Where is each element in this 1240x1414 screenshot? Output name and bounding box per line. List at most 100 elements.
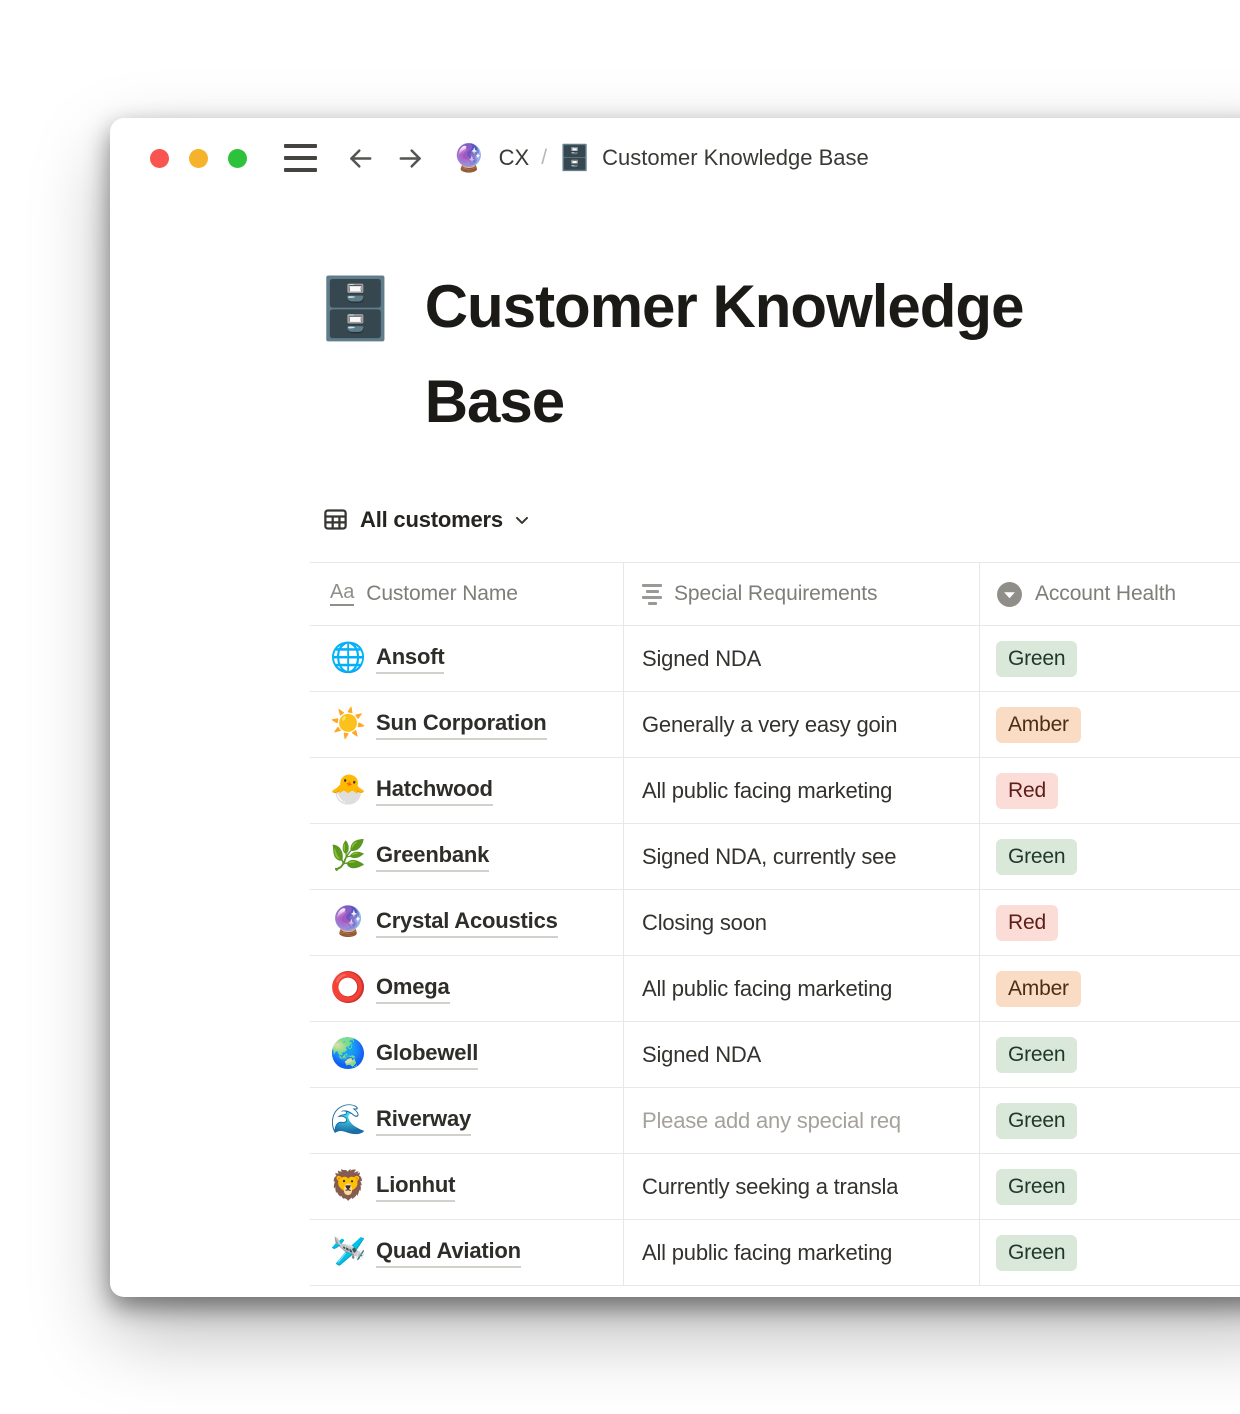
breadcrumb-page[interactable]: Customer Knowledge Base [602,145,869,171]
view-selector[interactable]: All customers [322,506,1240,533]
customer-name-link[interactable]: Sun Corporation [376,710,547,740]
table-row: 🌏 Globewell Signed NDA Green [310,1022,1240,1088]
customer-name-link[interactable]: Omega [376,974,450,1004]
special-requirements-cell[interactable]: Signed NDA [623,1022,979,1087]
customer-name-cell[interactable]: 🦁 Lionhut [310,1154,623,1219]
table-row: 🛩️ Quad Aviation All public facing marke… [310,1220,1240,1286]
health-badge: Green [996,1169,1077,1205]
customer-name-cell[interactable]: 🌏 Globewell [310,1022,623,1087]
column-header-customer-name[interactable]: Aa Customer Name [310,563,623,625]
table-row: 🌐 Ansoft Signed NDA Green [310,626,1240,692]
account-health-cell[interactable]: Red [979,890,1240,955]
customer-name-link[interactable]: Lionhut [376,1172,455,1202]
page-icon[interactable]: 🗄️ [318,276,393,342]
table-row: 🦁 Lionhut Currently seeking a transla Gr… [310,1154,1240,1220]
account-health-cell[interactable]: Green [979,1088,1240,1153]
table-view-icon [322,506,349,533]
health-badge: Red [996,905,1058,941]
table-row: 🔮 Crystal Acoustics Closing soon Red [310,890,1240,956]
text-property-icon [642,584,662,605]
customer-name-cell[interactable]: 🐣 Hatchwood [310,758,623,823]
close-window-button[interactable] [150,149,169,168]
special-requirements-text: All public facing marketing [642,976,892,1002]
customer-icon: 🛩️ [330,1238,363,1267]
breadcrumb-workspace[interactable]: CX [499,145,530,171]
zoom-window-button[interactable] [228,149,247,168]
customer-name-cell[interactable]: ⭕ Omega [310,956,623,1021]
table-row: ☀️ Sun Corporation Generally a very easy… [310,692,1240,758]
health-badge: Green [996,641,1077,677]
special-requirements-cell[interactable]: All public facing marketing [623,956,979,1021]
account-health-cell[interactable]: Red [979,758,1240,823]
special-requirements-cell[interactable]: Please add any special req [623,1088,979,1153]
table-header-row: Aa Customer Name Special Requirements Ac… [310,562,1240,626]
account-health-cell[interactable]: Green [979,626,1240,691]
breadcrumb-separator: / [541,146,547,170]
special-requirements-cell[interactable]: Signed NDA [623,626,979,691]
page-title[interactable]: Customer Knowledge Base [425,259,1055,449]
health-badge: Green [996,1235,1077,1271]
health-badge: Amber [996,971,1081,1007]
traffic-lights [150,149,247,168]
account-health-cell[interactable]: Green [979,1154,1240,1219]
breadcrumb-page-icon: 🗄️ [559,146,590,171]
customer-name-cell[interactable]: 🔮 Crystal Acoustics [310,890,623,955]
special-requirements-cell[interactable]: All public facing marketing [623,1220,979,1285]
app-window: 🔮 CX / 🗄️ Customer Knowledge Base 🗄️ Cus… [110,118,1240,1297]
customer-icon: 🌐 [330,644,363,673]
column-header-label: Special Requirements [674,582,877,606]
customer-name-cell[interactable]: 🌿 Greenbank [310,824,623,889]
window-top-bar: 🔮 CX / 🗄️ Customer Knowledge Base [110,118,1240,198]
special-requirements-cell[interactable]: Generally a very easy goin [623,692,979,757]
customer-name-link[interactable]: Riverway [376,1106,471,1136]
forward-arrow-icon[interactable] [396,144,425,173]
account-health-cell[interactable]: Amber [979,692,1240,757]
customer-name-link[interactable]: Ansoft [376,644,444,674]
special-requirements-cell[interactable]: Currently seeking a transla [623,1154,979,1219]
customer-icon: 🔮 [330,908,363,937]
customer-name-cell[interactable]: 🌐 Ansoft [310,626,623,691]
customer-name-link[interactable]: Greenbank [376,842,489,872]
health-badge: Green [996,839,1077,875]
customer-name-cell[interactable]: 🛩️ Quad Aviation [310,1220,623,1285]
customer-name-link[interactable]: Crystal Acoustics [376,908,558,938]
minimize-window-button[interactable] [189,149,208,168]
health-badge: Amber [996,707,1081,743]
workspace-icon: 🔮 [452,145,486,172]
customer-icon: 🌊 [330,1106,363,1135]
column-header-special-requirements[interactable]: Special Requirements [623,563,979,625]
customer-icon: 🌏 [330,1040,363,1069]
customer-icon: ⭕ [330,974,363,1003]
page-content: 🗄️ Customer Knowledge Base All customers… [110,276,1240,1286]
column-header-label: Customer Name [366,582,518,606]
special-requirements-text: Signed NDA, currently see [642,844,896,870]
account-health-cell[interactable]: Amber [979,956,1240,1021]
account-health-cell[interactable]: Green [979,1220,1240,1285]
special-requirements-text: Signed NDA [642,1042,761,1068]
account-health-cell[interactable]: Green [979,1022,1240,1087]
table-row: 🐣 Hatchwood All public facing marketing … [310,758,1240,824]
customer-name-cell[interactable]: 🌊 Riverway [310,1088,623,1153]
select-property-icon [996,581,1023,608]
special-requirements-text: Closing soon [642,910,767,936]
special-requirements-text: All public facing marketing [642,778,892,804]
health-badge: Red [996,773,1058,809]
special-requirements-cell[interactable]: Signed NDA, currently see [623,824,979,889]
customer-name-link[interactable]: Hatchwood [376,776,493,806]
account-health-cell[interactable]: Green [979,824,1240,889]
special-requirements-text: Currently seeking a transla [642,1174,898,1200]
column-header-account-health[interactable]: Account Health [979,563,1240,625]
customers-table: Aa Customer Name Special Requirements Ac… [310,562,1240,1286]
back-arrow-icon[interactable] [346,144,375,173]
special-requirements-text: All public facing marketing [642,1240,892,1266]
special-requirements-text: Generally a very easy goin [642,712,897,738]
sidebar-menu-icon[interactable] [284,144,317,172]
special-requirements-cell[interactable]: All public facing marketing [623,758,979,823]
customer-name-link[interactable]: Globewell [376,1040,478,1070]
customer-name-cell[interactable]: ☀️ Sun Corporation [310,692,623,757]
title-property-icon: Aa [330,582,354,606]
customer-name-link[interactable]: Quad Aviation [376,1238,521,1268]
special-requirements-cell[interactable]: Closing soon [623,890,979,955]
column-header-label: Account Health [1035,582,1176,606]
special-requirements-text: Signed NDA [642,646,761,672]
